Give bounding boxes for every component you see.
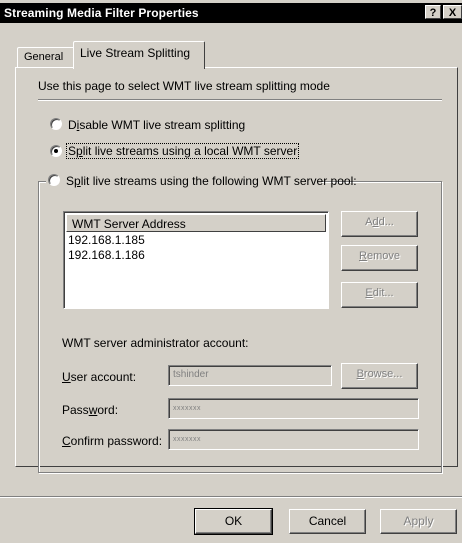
list-item[interactable]: 192.168.1.186 — [68, 248, 145, 262]
pool-legend: Split live streams using the following W… — [46, 172, 357, 190]
confirm-password-field[interactable]: xxxxxxx — [168, 429, 419, 450]
remove-button[interactable]: Remove — [341, 245, 418, 271]
radio-server-pool[interactable] — [48, 174, 60, 186]
list-item[interactable]: 192.168.1.185 — [68, 233, 145, 247]
apply-button[interactable]: Apply — [380, 509, 457, 534]
title-bar: Streaming Media Filter Properties ? X — [0, 3, 462, 23]
password-label: Password: — [62, 403, 119, 417]
tab-general-label: General — [24, 51, 64, 63]
edit-button[interactable]: Edit... — [341, 282, 418, 308]
user-account-label: User account: — [62, 370, 137, 384]
account-section-label: WMT server administrator account: — [62, 336, 249, 350]
radio-pool-label[interactable]: Split live streams using the following W… — [66, 174, 357, 188]
ok-button[interactable]: OK — [194, 508, 273, 535]
password-field[interactable]: xxxxxxx — [168, 398, 419, 419]
confirm-password-label: Confirm password: — [62, 434, 163, 448]
radio-disable-splitting[interactable] — [50, 118, 62, 130]
column-header-server-address[interactable]: WMT Server Address — [66, 214, 326, 232]
radio-local-server[interactable] — [50, 145, 62, 157]
radio-local-label[interactable]: Split live streams using a local WMT ser… — [65, 143, 300, 159]
footer-divider — [0, 496, 462, 498]
intro-text: Use this page to select WMT live stream … — [38, 79, 330, 93]
close-button[interactable]: X — [443, 5, 462, 19]
radio-disable-label[interactable]: Disable WMT live stream splitting — [68, 118, 245, 132]
browse-button[interactable]: Browse... — [341, 363, 418, 389]
tab-live-stream-splitting-label: Live Stream Splitting — [80, 46, 191, 60]
add-button[interactable]: Add... — [341, 211, 418, 237]
tab-general[interactable]: General — [17, 47, 77, 68]
tab-live-stream-splitting[interactable]: Live Stream Splitting — [73, 41, 205, 69]
help-button[interactable]: ? — [425, 5, 441, 19]
radio-selected-dot — [54, 149, 58, 153]
user-account-field[interactable]: tshinder — [168, 365, 332, 386]
cancel-button[interactable]: Cancel — [289, 509, 366, 534]
window-title: Streaming Media Filter Properties — [4, 6, 199, 20]
server-address-list[interactable]: WMT Server Address 192.168.1.185 192.168… — [63, 211, 329, 309]
separator — [38, 99, 442, 101]
properties-dialog: Streaming Media Filter Properties ? X Ge… — [0, 0, 462, 543]
